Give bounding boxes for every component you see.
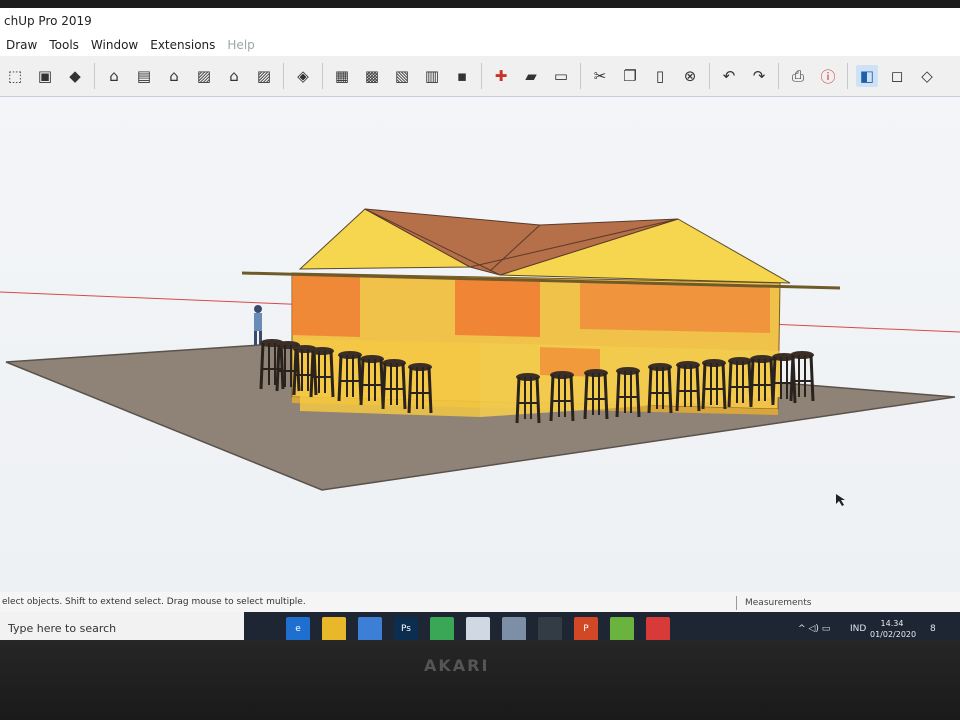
new-file-icon[interactable]: ✚: [490, 65, 512, 87]
measurements-label: Measurements: [745, 598, 812, 608]
component-edit-icon[interactable]: ◇: [916, 65, 938, 87]
taskbar-search-input[interactable]: Type here to search: [0, 612, 244, 640]
undo-icon[interactable]: ↶: [718, 65, 740, 87]
copy-icon[interactable]: ❐: [619, 65, 641, 87]
clock-date: 01/02/2020: [870, 630, 917, 639]
open-file-icon[interactable]: ▰: [520, 65, 542, 87]
shaded-icon[interactable]: ▧: [391, 65, 413, 87]
left-view-icon[interactable]: ▨: [253, 65, 275, 87]
toolbar-separator: [322, 63, 323, 89]
scene-canvas[interactable]: [0, 97, 960, 598]
notification-count: 8: [930, 624, 936, 634]
component-front-icon[interactable]: ◧: [856, 65, 878, 87]
notification-center-icon[interactable]: 8: [930, 612, 936, 640]
network-drive-icon[interactable]: [502, 617, 526, 640]
extension-warehouse-icon[interactable]: ◆: [64, 65, 86, 87]
shaded-texture-icon[interactable]: ▥: [421, 65, 443, 87]
tray-language[interactable]: IND: [850, 612, 866, 640]
back-view-icon[interactable]: ⌂: [223, 65, 245, 87]
front-view-icon[interactable]: ⌂: [163, 65, 185, 87]
monitor-brand: AKARI: [424, 656, 490, 675]
measurements-box[interactable]: Measurements: [736, 596, 945, 610]
sketchup-icon[interactable]: [646, 617, 670, 640]
mouse-cursor: [836, 494, 845, 506]
xray-icon[interactable]: ▦: [331, 65, 353, 87]
tray-clock[interactable]: 14.34 01/02/2020: [870, 618, 917, 640]
hidden-line-icon[interactable]: ▩: [361, 65, 383, 87]
erase-icon[interactable]: ⊗: [679, 65, 701, 87]
model-viewport[interactable]: [0, 97, 960, 598]
main-toolbar: ⬚ ▣ ◆ ⌂ ▤ ⌂ ▨ ⌂ ▨ ◈ ▦ ▩ ▧ ▥ ▪ ✚ ▰ ▭ ✂ ❐ ▯ ⊗ ↶ ↷ ⎙ ⓘ ◧ ◻ ◇: [0, 56, 960, 97]
task-view-icon[interactable]: [250, 617, 274, 640]
figure-person: [254, 305, 262, 345]
clock-time: 14.34: [880, 619, 904, 628]
edge-icon[interactable]: e: [286, 617, 310, 640]
toolbar-separator: [481, 63, 482, 89]
windows-taskbar: Type here to search e Ps P ^ ◁) ▭ IND 14.3…: [0, 612, 960, 640]
layout-icon[interactable]: [610, 617, 634, 640]
wall-panel-right: [580, 281, 770, 333]
menu-tools[interactable]: Tools: [49, 38, 79, 52]
window-titlebar: chUp Pro 2019: [0, 8, 960, 34]
monitor-bottom-bezel: [0, 640, 960, 720]
wall-panel-left: [292, 275, 360, 337]
menu-extensions[interactable]: Extensions: [150, 38, 215, 52]
status-message: elect objects. Shift to extend select. D…: [2, 597, 306, 607]
status-bar: elect objects. Shift to extend select. D…: [0, 592, 960, 612]
tray-icons[interactable]: ^ ◁) ▭: [798, 612, 830, 640]
window-title: chUp Pro 2019: [4, 14, 92, 28]
store-icon[interactable]: [358, 617, 382, 640]
toolbar-separator: [709, 63, 710, 89]
menu-draw[interactable]: Draw: [6, 38, 37, 52]
toolbar-separator: [847, 63, 848, 89]
toolbar-separator: [94, 63, 95, 89]
iso-view-icon[interactable]: ⌂: [103, 65, 125, 87]
toolbar-separator: [283, 63, 284, 89]
file-explorer-icon[interactable]: [322, 617, 346, 640]
cut-icon[interactable]: ✂: [589, 65, 611, 87]
redo-icon[interactable]: ↷: [748, 65, 770, 87]
chrome-icon[interactable]: [430, 617, 454, 640]
search-placeholder: Type here to search: [8, 622, 117, 635]
monochrome-icon[interactable]: ▪: [451, 65, 473, 87]
screen: chUp Pro 2019 Draw Tools Window Extensions H…: [0, 8, 960, 640]
menu-help[interactable]: Help: [227, 38, 254, 52]
3d-warehouse-icon[interactable]: ▣: [34, 65, 56, 87]
right-view-icon[interactable]: ▨: [193, 65, 215, 87]
component-back-icon[interactable]: ◻: [886, 65, 908, 87]
toolbar-separator: [778, 63, 779, 89]
select-arrow-icon[interactable]: ⬚: [4, 65, 26, 87]
toolbar-separator: [580, 63, 581, 89]
save-icon[interactable]: ▭: [550, 65, 572, 87]
menu-window[interactable]: Window: [91, 38, 138, 52]
top-view-icon[interactable]: ▤: [133, 65, 155, 87]
menu-bar: Draw Tools Window Extensions Help: [0, 34, 960, 56]
print-icon[interactable]: ⎙: [787, 65, 809, 87]
photoshop-icon[interactable]: Ps: [394, 617, 418, 640]
whiteboard-icon[interactable]: [466, 617, 490, 640]
paste-icon[interactable]: ▯: [649, 65, 671, 87]
terminal-icon[interactable]: [538, 617, 562, 640]
powerpoint-icon[interactable]: P: [574, 617, 598, 640]
wireframe-icon[interactable]: ◈: [292, 65, 314, 87]
wall-panel-center: [455, 277, 540, 337]
model-info-icon[interactable]: ⓘ: [817, 65, 839, 87]
